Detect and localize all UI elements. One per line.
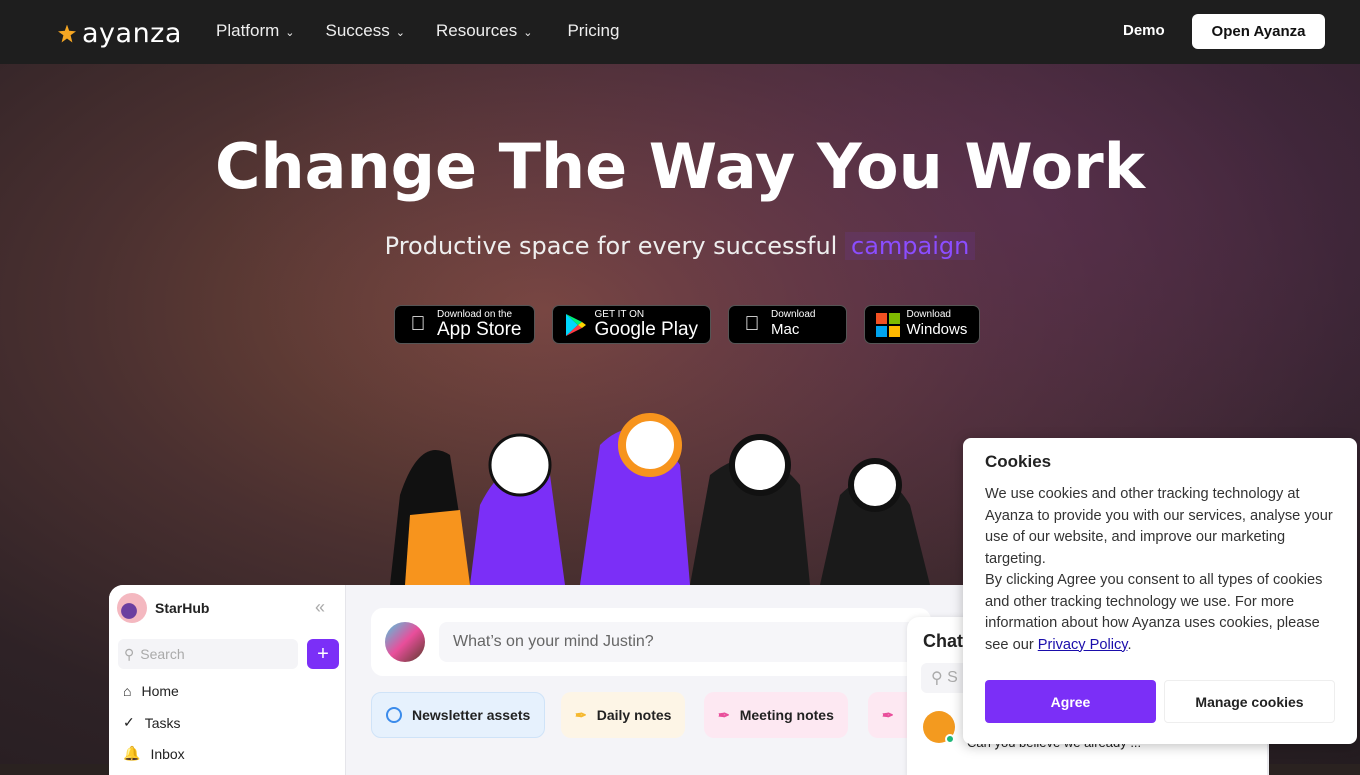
online-status-dot — [945, 734, 955, 744]
search-icon: ⚲ — [931, 670, 943, 687]
chat-search-placeholder: S — [947, 669, 958, 686]
check-circle-icon: ✓ — [123, 714, 135, 730]
nav-resources[interactable]: Resources ⌄ — [436, 21, 532, 41]
search-icon: ⚲ — [124, 645, 135, 662]
cookie-text: We use cookies and other tracking techno… — [985, 486, 1333, 567]
post-composer: What’s on your mind Justin? — [371, 608, 931, 676]
team-illustration — [390, 413, 930, 585]
nav-label: Pricing — [567, 21, 620, 40]
feather-icon: ✒ — [575, 706, 587, 723]
sidebar-item-inbox[interactable]: 🔔 Inbox — [123, 745, 185, 762]
apple-icon:  — [741, 313, 763, 336]
nav-label: Success — [325, 21, 390, 40]
agree-button[interactable]: Agree — [985, 680, 1156, 723]
home-icon: ⌂ — [123, 683, 132, 699]
manage-cookies-button[interactable]: Manage cookies — [1164, 680, 1335, 723]
feather-icon: ✒ — [718, 706, 730, 723]
badge-big: Mac — [771, 320, 800, 338]
nav-success[interactable]: Success ⌄ — [326, 21, 405, 41]
hero-title: Change The Way You Work — [215, 130, 1145, 203]
user-avatar — [385, 622, 425, 662]
search-placeholder: Search — [140, 646, 185, 662]
nav-label: Resources — [435, 21, 518, 40]
badge-small: Download on the — [437, 308, 513, 320]
workspace-switcher[interactable]: StarHub — [117, 593, 209, 623]
top-nav: ayanza Platform ⌄ Success ⌄ Resources ⌄ Pri… — [0, 0, 1360, 64]
chevron-down-icon: ⌄ — [523, 27, 533, 39]
add-button[interactable]: + — [307, 639, 339, 669]
hero-subtitle: Productive space for every successful ca… — [0, 232, 1360, 260]
app-store-badge[interactable]:  Download on theApp Store — [394, 305, 535, 344]
badge-big: App Store — [437, 318, 522, 340]
windows-download-badge[interactable]: Download Windows — [863, 305, 981, 344]
circle-icon — [386, 707, 402, 723]
post-input[interactable]: What’s on your mind Justin? — [439, 622, 931, 662]
chip-label: Meeting notes — [739, 707, 834, 723]
badge-big: Google Play — [594, 318, 699, 340]
google-play-badge[interactable]: GET IT ON Google Play — [551, 305, 712, 344]
google-play-icon — [565, 313, 587, 336]
nav-label: Platform — [216, 21, 280, 40]
star-logo-icon — [58, 24, 76, 43]
badge-small: Download — [906, 308, 951, 320]
chip-newsletter-assets[interactable]: Newsletter assets — [371, 692, 546, 738]
mac-download-badge[interactable]:  DownloadMac — [728, 305, 847, 344]
privacy-policy-link[interactable]: Privacy Policy — [1038, 637, 1128, 653]
cookie-text-2: By clicking Agree you consent to all typ… — [985, 572, 1323, 653]
badge-big: Windows — [906, 320, 968, 338]
chip-meeting-notes[interactable]: ✒ Meeting notes — [704, 692, 848, 738]
chip-daily-notes[interactable]: ✒ Daily notes — [561, 692, 686, 738]
sidebar-item-home[interactable]: ⌂ Home — [123, 683, 179, 699]
windows-icon — [875, 312, 900, 337]
chevron-down-icon: ⌄ — [285, 27, 295, 39]
badge-small: GET IT ON — [594, 308, 645, 320]
feather-icon: ✒ — [882, 706, 894, 723]
logo[interactable]: ayanza — [58, 18, 182, 49]
demo-link[interactable]: Demo — [1123, 22, 1165, 39]
workspace-name: StarHub — [155, 600, 210, 616]
nav-platform[interactable]: Platform ⌄ — [216, 21, 295, 41]
sidebar-item-tasks[interactable]: ✓ Tasks — [123, 714, 181, 731]
sidebar-label: Tasks — [144, 714, 181, 731]
sidebar: StarHub « ⚲ Search + ⌂ Home ✓ Tasks 🔔 Inbox — [109, 585, 346, 775]
period: . — [1127, 636, 1132, 653]
sidebar-label: Inbox — [150, 745, 185, 762]
chip-label: Newsletter assets — [412, 707, 531, 723]
chip-label: Daily notes — [596, 707, 672, 723]
logo-text: ayanza — [82, 18, 182, 49]
collapse-sidebar-icon[interactable]: « — [315, 597, 325, 618]
badge-small: Download — [771, 308, 816, 320]
chevron-down-icon: ⌄ — [395, 27, 405, 39]
workspace-avatar — [117, 593, 147, 623]
open-ayanza-button[interactable]: Open Ayanza — [1192, 14, 1325, 49]
subtitle-text: Productive space for every successful — [384, 232, 838, 260]
cookie-title: Cookies — [985, 452, 1052, 471]
chat-title: Chat — [923, 631, 963, 651]
sidebar-label: Home — [141, 683, 179, 699]
cookie-consent-text: By clicking Agree you consent to all typ… — [985, 570, 1335, 656]
apple-icon:  — [407, 313, 429, 336]
sidebar-search[interactable]: ⚲ Search — [118, 639, 298, 669]
subtitle-highlight: campaign — [845, 232, 976, 260]
nav-pricing[interactable]: Pricing — [567, 21, 619, 41]
cookie-banner: Cookies We use cookies and other trackin… — [963, 438, 1357, 744]
bell-icon: 🔔 — [123, 745, 141, 761]
